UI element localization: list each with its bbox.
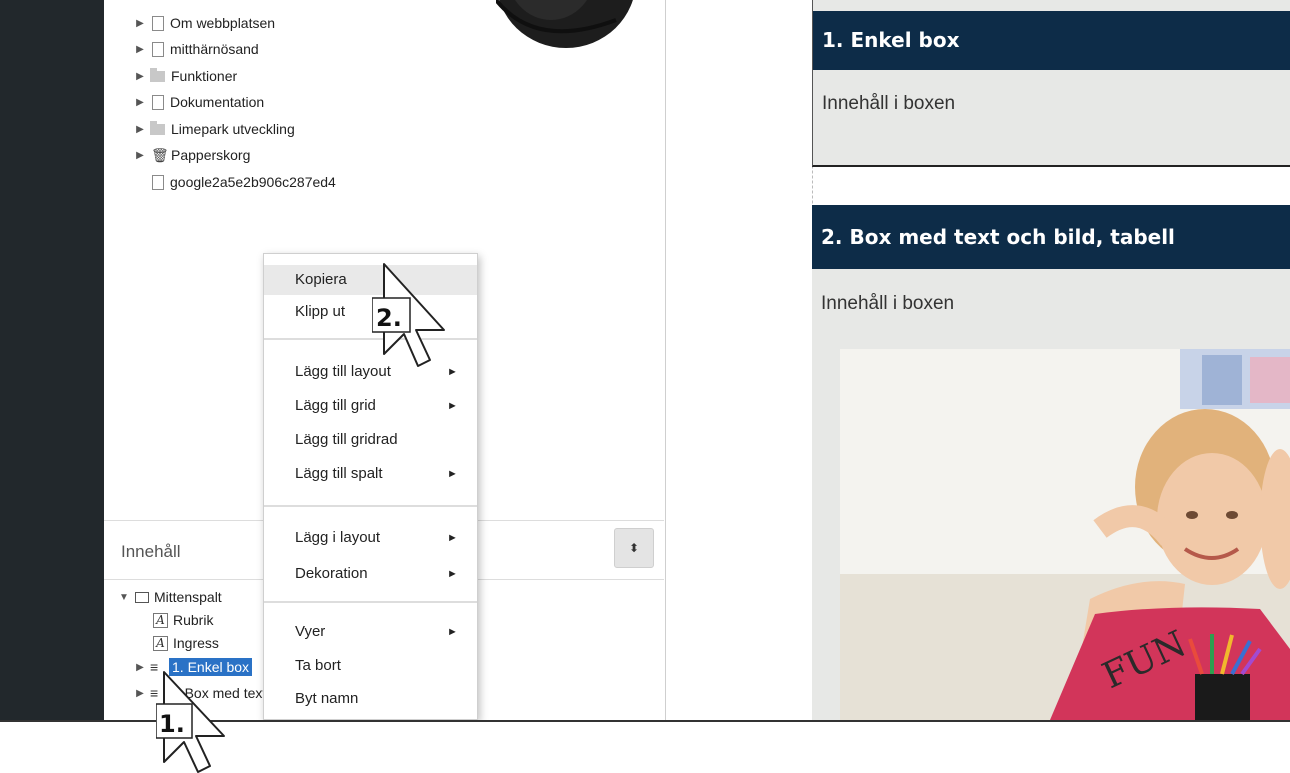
expand-arrow-icon[interactable]: ▶ xyxy=(132,124,148,135)
site-tree-item[interactable]: ▶ Funktioner xyxy=(132,65,237,87)
step-1-cursor-annotation: 1. xyxy=(156,671,225,773)
expand-arrow-icon[interactable]: ▶ xyxy=(132,71,148,82)
expand-arrow-icon[interactable]: ▶ xyxy=(132,662,148,673)
menu-item-ta-bort[interactable]: Ta bort xyxy=(264,651,477,681)
menu-item-label: Lägg till spalt xyxy=(295,465,383,482)
submenu-arrow-icon: ► xyxy=(447,626,458,638)
site-tree-item-label: Funktioner xyxy=(171,68,238,84)
menu-item-lagg-i-layout[interactable]: Lägg i layout ► xyxy=(264,523,477,553)
site-tree-item-label: Limepark utveckling xyxy=(171,121,295,137)
site-tree-item[interactable]: ▶ Om webbplatsen xyxy=(132,12,275,34)
text-a-icon: A xyxy=(153,612,168,628)
folder-icon xyxy=(150,120,165,135)
content-tree-item[interactable]: ▼ Mittenspalt xyxy=(116,586,222,608)
menu-item-label: Klipp ut xyxy=(295,303,346,320)
menu-item-label: Lägg i layout xyxy=(295,529,381,546)
menu-item-lagg-till-gridrad[interactable]: Lägg till gridrad xyxy=(264,425,477,455)
submenu-arrow-icon: ► xyxy=(447,468,458,480)
menu-item-label: Dekoration xyxy=(295,565,368,582)
site-tree-item-label: Papperskorg xyxy=(171,147,251,163)
content-tree-item-label: Ingress xyxy=(173,635,219,651)
children-photo: FUN xyxy=(840,349,1290,720)
folder-icon xyxy=(150,67,165,82)
computer-mouse-image xyxy=(496,0,633,48)
step-2-label: 2. xyxy=(376,304,402,332)
site-tree-item[interactable]: ▶ Dokumentation xyxy=(132,91,264,113)
menu-item-dekoration[interactable]: Dekoration ► xyxy=(264,559,477,589)
submenu-arrow-icon: ► xyxy=(447,568,458,580)
text-a-icon: A xyxy=(153,635,168,651)
site-tree-item-label: google2a5e2b906c287ed4 xyxy=(170,174,336,190)
submenu-arrow-icon: ► xyxy=(447,400,458,412)
site-tree-item[interactable]: ▶ Limepark utveckling xyxy=(132,118,295,140)
page-icon xyxy=(152,41,164,57)
step-1-label: 1. xyxy=(159,710,185,738)
menu-item-label: Vyer xyxy=(295,623,326,640)
box-icon xyxy=(135,591,149,603)
box-2-body: Innehåll i boxen xyxy=(821,293,955,314)
site-tree-item[interactable]: ▶ 🗑 Papperskorg xyxy=(132,144,250,166)
page-icon xyxy=(152,94,164,110)
menu-item-label: Lägg till grid xyxy=(295,397,376,414)
step-2-cursor-annotation: 2. xyxy=(372,263,445,367)
expand-arrow-icon[interactable]: ▶ xyxy=(132,150,148,161)
expand-arrow-icon[interactable]: ▶ xyxy=(132,18,148,29)
sort-icon: ⬍ xyxy=(628,541,640,555)
menu-separator xyxy=(264,601,477,603)
expand-arrow-icon[interactable]: ▶ xyxy=(132,44,148,55)
site-tree-item-label: Dokumentation xyxy=(170,94,265,110)
preview-box-1[interactable]: 1. Enkel box Innehåll i boxen xyxy=(812,0,1290,167)
box-1-body: Innehåll i boxen xyxy=(822,93,956,114)
site-tree-item[interactable]: ▶ mitthärnösand xyxy=(132,38,259,60)
site-tree-item[interactable]: google2a5e2b906c287ed4 xyxy=(148,171,336,193)
sort-button[interactable]: ⬍ xyxy=(614,528,654,568)
menu-item-label: Byt namn xyxy=(295,690,359,707)
box-1-heading: 1. Enkel box xyxy=(813,11,1290,70)
screenshot-frame: ▶ Om webbplatsen ▶ mitthärnösand ▶ Funkt… xyxy=(0,0,1290,720)
menu-item-lagg-till-grid[interactable]: Lägg till grid ► xyxy=(264,391,477,421)
menu-separator xyxy=(264,505,477,507)
menu-item-label: Ta bort xyxy=(295,657,341,674)
menu-item-label: Lägg till gridrad xyxy=(295,431,398,448)
menu-item-byt-namn[interactable]: Byt namn xyxy=(264,684,477,714)
trash-icon: 🗑 xyxy=(151,146,169,163)
page-icon xyxy=(152,15,164,31)
content-tree-item-label: Rubrik xyxy=(173,612,214,628)
submenu-arrow-icon: ► xyxy=(447,366,458,378)
content-tree-item-label: Mittenspalt xyxy=(154,589,222,605)
content-tree-item[interactable]: A Ingress xyxy=(153,632,219,654)
page-icon xyxy=(152,174,164,190)
site-tree-item-label: mitthärnösand xyxy=(170,41,259,57)
collapse-arrow-icon[interactable]: ▼ xyxy=(116,592,132,603)
menu-item-vyer[interactable]: Vyer ► xyxy=(264,617,477,647)
site-tree-item-label: Om webbplatsen xyxy=(170,15,276,31)
submenu-arrow-icon: ► xyxy=(447,532,458,544)
content-tree-item[interactable]: A Rubrik xyxy=(153,609,213,631)
content-panel-title: Innehåll xyxy=(121,542,181,561)
menu-item-label: Kopiera xyxy=(295,271,347,288)
box-2-heading: 2. Box med text och bild, tabell xyxy=(812,205,1290,269)
menu-item-lagg-till-spalt[interactable]: Lägg till spalt ► xyxy=(264,459,477,489)
expand-arrow-icon[interactable]: ▶ xyxy=(132,97,148,108)
expand-arrow-icon[interactable]: ▶ xyxy=(132,688,148,699)
dark-sidebar-rail xyxy=(0,0,104,720)
